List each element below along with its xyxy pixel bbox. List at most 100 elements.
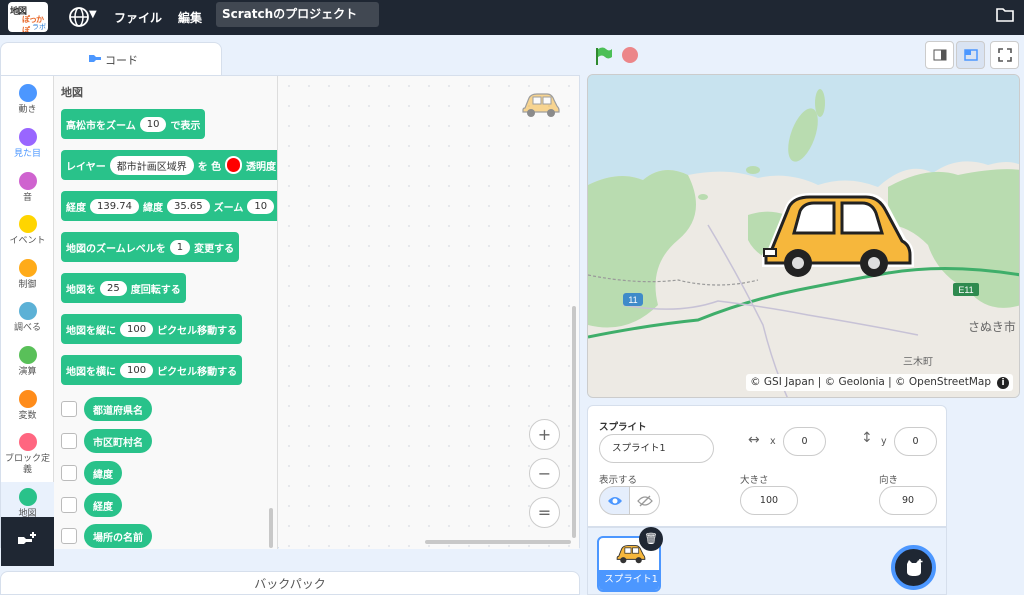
- color-picker[interactable]: [225, 156, 242, 174]
- file-menu[interactable]: ファイル: [114, 9, 162, 26]
- sprite-thumbnail-label: スプライト1: [599, 570, 659, 590]
- block-layer-color[interactable]: レイヤー 都市計画区域界を 色 透明度: [61, 150, 277, 180]
- reporter-checkbox[interactable]: [61, 528, 77, 544]
- normal-stage-icon: [964, 49, 978, 61]
- category-dot: [18, 302, 37, 320]
- stage[interactable]: 11 E11 さぬき市 三木町 © GSI Japan | © Geolonia…: [587, 74, 1020, 398]
- tab-code-label: コード: [105, 54, 138, 67]
- block-text: 地図を: [66, 284, 96, 296]
- reporter-place-name[interactable]: 場所の名前: [84, 524, 152, 548]
- folder-icon[interactable]: [995, 4, 1015, 24]
- category-dot: [18, 215, 37, 233]
- y-label: y: [881, 436, 887, 447]
- block-dropdown[interactable]: 都市計画区域界: [109, 155, 194, 175]
- block-input[interactable]: 25: [100, 280, 127, 296]
- reporter-checkbox[interactable]: [61, 497, 77, 513]
- direction-input[interactable]: 90: [879, 486, 937, 515]
- palette-heading: 地図: [61, 86, 83, 99]
- code-workspace: 動き 見た目 音 イベント 制御 調べる 演算 変数 ブロック定義 地図 地図 …: [0, 75, 580, 566]
- sprite-name-input[interactable]: スプライト1: [599, 434, 714, 463]
- logo-text: ラボ: [32, 23, 46, 31]
- category-motion[interactable]: 動き: [1, 78, 54, 122]
- size-input[interactable]: 100: [740, 486, 798, 515]
- project-title-input[interactable]: Scratchのプロジェクト: [216, 2, 379, 27]
- zoom-reset-button[interactable]: =: [529, 497, 560, 528]
- logo[interactable]: 地図 ぽっかぽ ラボ: [8, 2, 48, 32]
- y-input[interactable]: 0: [894, 427, 937, 456]
- category-label: ブロック定義: [4, 454, 50, 475]
- block-text: 地図を縦に: [66, 325, 116, 337]
- block-rotate-map[interactable]: 地図を 25 度回転する: [61, 273, 186, 303]
- normal-stage-button[interactable]: [956, 41, 985, 69]
- category-dot: [18, 390, 37, 408]
- reporter-checkbox[interactable]: [61, 465, 77, 481]
- category-label: 制御: [18, 280, 37, 290]
- edit-menu[interactable]: 編集: [178, 9, 202, 26]
- show-visible-button[interactable]: [599, 486, 630, 515]
- fullscreen-icon: [998, 48, 1012, 62]
- block-input[interactable]: 100: [120, 362, 154, 378]
- block-input[interactable]: 35.65: [167, 198, 210, 214]
- map-city-label: さぬき市: [968, 319, 1016, 334]
- delete-sprite-button[interactable]: 🗑: [639, 527, 663, 551]
- category-variables[interactable]: 変数: [1, 384, 54, 428]
- block-input[interactable]: 10: [139, 116, 167, 132]
- category-my-blocks[interactable]: ブロック定義: [1, 427, 54, 477]
- reporter-prefecture[interactable]: 都道府県名: [84, 397, 152, 421]
- backpack-header[interactable]: バックパック: [0, 571, 580, 595]
- stop-icon[interactable]: [622, 47, 638, 63]
- block-input[interactable]: 1: [169, 239, 191, 255]
- x-input[interactable]: 0: [783, 427, 826, 456]
- block-zoom-takamatsu[interactable]: 高松市をズーム 10 で表示: [61, 109, 206, 139]
- show-hidden-button[interactable]: [629, 486, 660, 515]
- category-dot: [18, 128, 37, 146]
- script-area[interactable]: + − =: [279, 76, 579, 549]
- block-text: 地図のズームレベルを: [66, 243, 166, 255]
- block-input[interactable]: 100: [120, 321, 154, 337]
- reporter-checkbox[interactable]: [61, 433, 77, 449]
- category-control[interactable]: 制御: [1, 253, 54, 297]
- category-operators[interactable]: 演算: [1, 340, 54, 384]
- block-move-vertical[interactable]: 地図を縦に 100 ピクセル移動する: [61, 314, 243, 344]
- block-move-horizontal[interactable]: 地図を横に 100 ピクセル移動する: [61, 355, 243, 385]
- reporter-latitude[interactable]: 緯度: [84, 461, 122, 485]
- script-hscrollbar[interactable]: [425, 540, 571, 544]
- category-events[interactable]: イベント: [1, 209, 54, 253]
- block-goto-lonlat[interactable]: 経度139.74緯度35.65ズーム10に: [61, 191, 277, 221]
- fullscreen-button[interactable]: [990, 41, 1019, 69]
- map-attribution: © GSI Japan | © Geolonia | © OpenStreetM…: [746, 374, 1013, 391]
- block-text: 高松市をズーム: [66, 120, 136, 132]
- script-vscrollbar[interactable]: [572, 306, 576, 538]
- green-flag-icon[interactable]: [594, 46, 614, 66]
- block-text: 変更する: [194, 243, 235, 255]
- small-stage-icon: [933, 49, 947, 61]
- category-sound[interactable]: 音: [1, 166, 54, 210]
- info-icon[interactable]: i: [997, 377, 1009, 389]
- small-stage-button[interactable]: [925, 41, 954, 69]
- block-input[interactable]: 10: [247, 198, 275, 214]
- block-text: 地図を横に: [66, 366, 116, 378]
- block-set-zoom[interactable]: 地図のズームレベルを 1 変更する: [61, 232, 240, 262]
- add-sprite-button[interactable]: [891, 545, 936, 590]
- zoom-out-button[interactable]: −: [529, 458, 560, 489]
- globe-icon[interactable]: [68, 6, 90, 28]
- block-text: 透明度: [246, 161, 276, 173]
- reporter-checkbox[interactable]: [61, 401, 77, 417]
- block-input[interactable]: 139.74: [90, 198, 139, 214]
- sprite-label: スプライト: [599, 422, 647, 433]
- category-looks[interactable]: 見た目: [1, 122, 54, 166]
- car-sprite[interactable]: [758, 187, 918, 287]
- show-label: 表示する: [599, 475, 638, 486]
- reporter-city[interactable]: 市区町村名: [84, 429, 152, 453]
- category-dot: [18, 488, 37, 506]
- tab-code[interactable]: コード: [0, 42, 222, 75]
- block-palette: 地図 高松市をズーム 10 で表示 レイヤー 都市計画区域界を 色透明度 経度 139.…: [54, 76, 278, 549]
- category-sensing[interactable]: 調べる: [1, 296, 54, 340]
- reporter-longitude[interactable]: 経度: [84, 493, 122, 517]
- palette-scrollbar[interactable]: [269, 508, 273, 548]
- zoom-in-button[interactable]: +: [529, 419, 560, 450]
- add-extension-button[interactable]: [1, 517, 54, 566]
- category-map[interactable]: 地図: [1, 482, 54, 519]
- chevron-down-icon[interactable]: ▼: [89, 9, 97, 20]
- attribution-text: © GSI Japan | © Geolonia | © OpenStreetM…: [750, 376, 991, 388]
